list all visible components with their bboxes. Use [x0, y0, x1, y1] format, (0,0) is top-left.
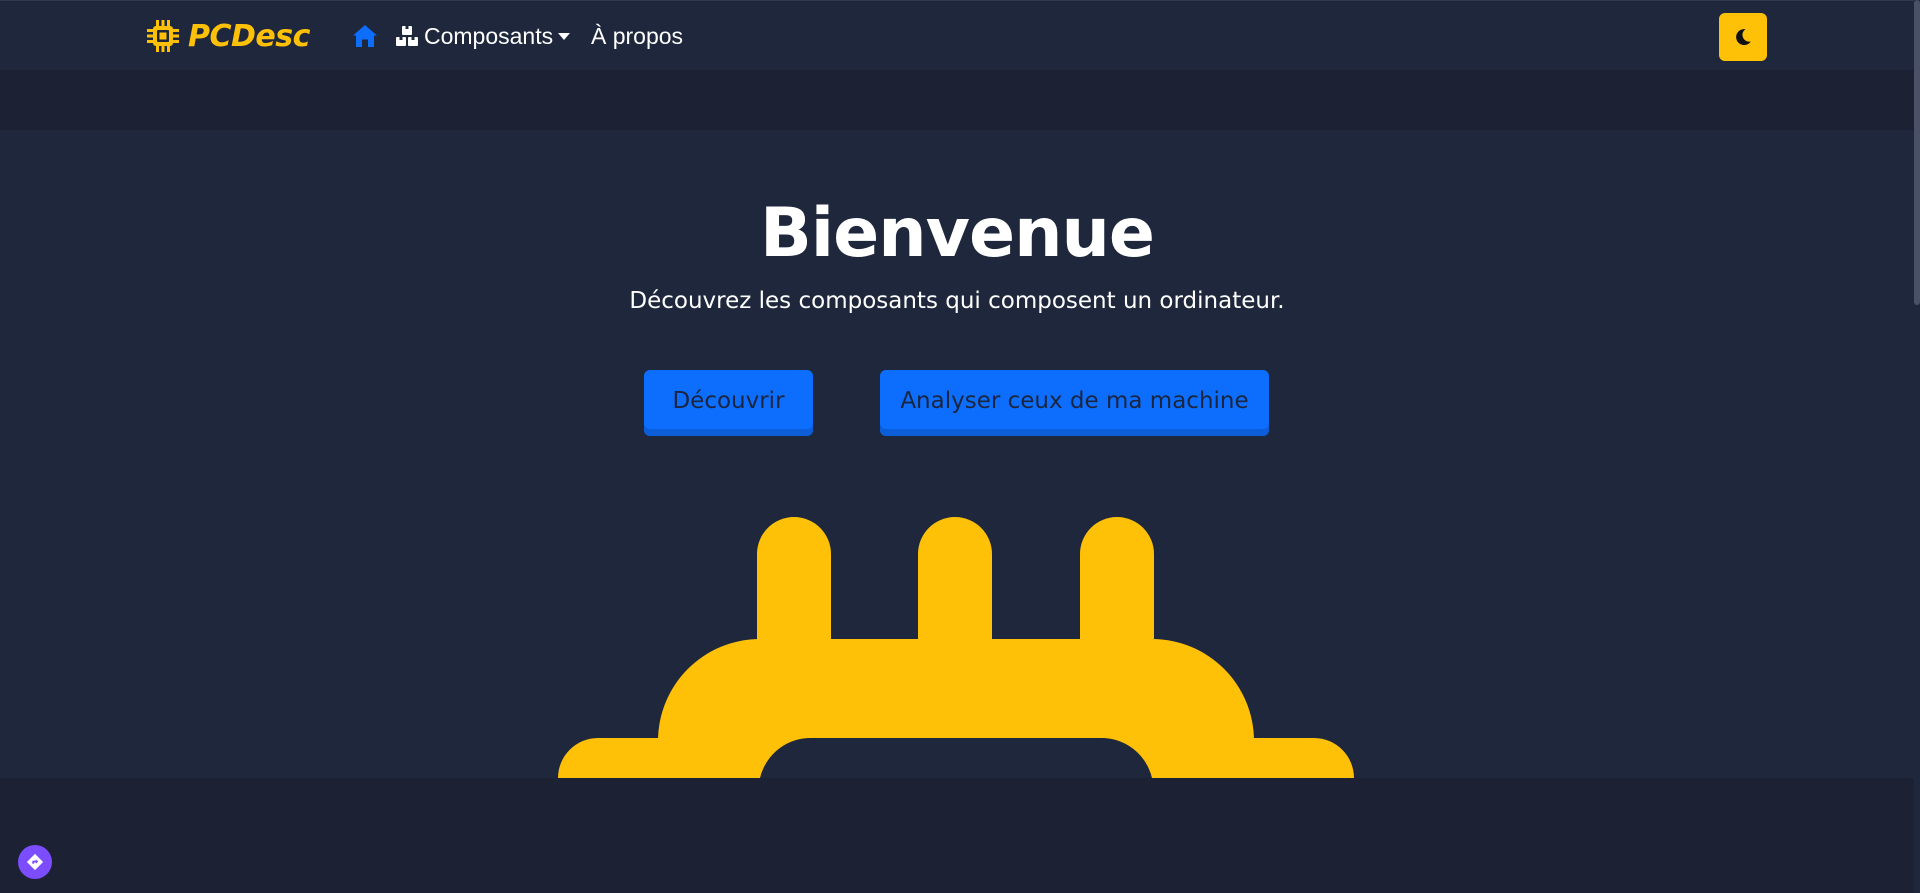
- nav-about-link[interactable]: À propos: [591, 21, 683, 51]
- nav-components-label: Composants: [424, 22, 554, 49]
- discover-button[interactable]: Découvrir: [644, 370, 813, 436]
- scrollbar-thumb[interactable]: [1914, 0, 1920, 305]
- brand-name: PCDesc: [188, 18, 310, 54]
- bottom-band: [0, 778, 1914, 893]
- home-icon: [353, 25, 377, 47]
- caret-down-icon: [558, 32, 571, 40]
- hero-title: Bienvenue: [759, 194, 1155, 273]
- page: PCDesc Composants À propos Bienvenue Déc…: [0, 0, 1920, 893]
- navbar: PCDesc Composants À propos: [0, 0, 1914, 70]
- nav-components-dropdown[interactable]: Composants: [395, 21, 571, 51]
- page-scrollbar[interactable]: [1914, 0, 1920, 893]
- nav-home-link[interactable]: [352, 23, 378, 49]
- secondary-band: [0, 70, 1914, 130]
- hero-section: Bienvenue Découvrez les composants qui c…: [0, 130, 1914, 778]
- boxes-icon: [396, 26, 418, 46]
- hero-subtitle: Découvrez les composants qui composent u…: [629, 288, 1285, 314]
- cpu-chip-icon: [147, 20, 179, 52]
- assistant-button[interactable]: [18, 845, 52, 879]
- moon-icon: [1736, 29, 1751, 46]
- analyze-machine-button[interactable]: Analyser ceux de ma machine: [880, 370, 1269, 436]
- brand-link[interactable]: PCDesc: [146, 15, 310, 57]
- diamond-nav-icon: [26, 853, 44, 871]
- theme-toggle-button[interactable]: [1719, 13, 1767, 61]
